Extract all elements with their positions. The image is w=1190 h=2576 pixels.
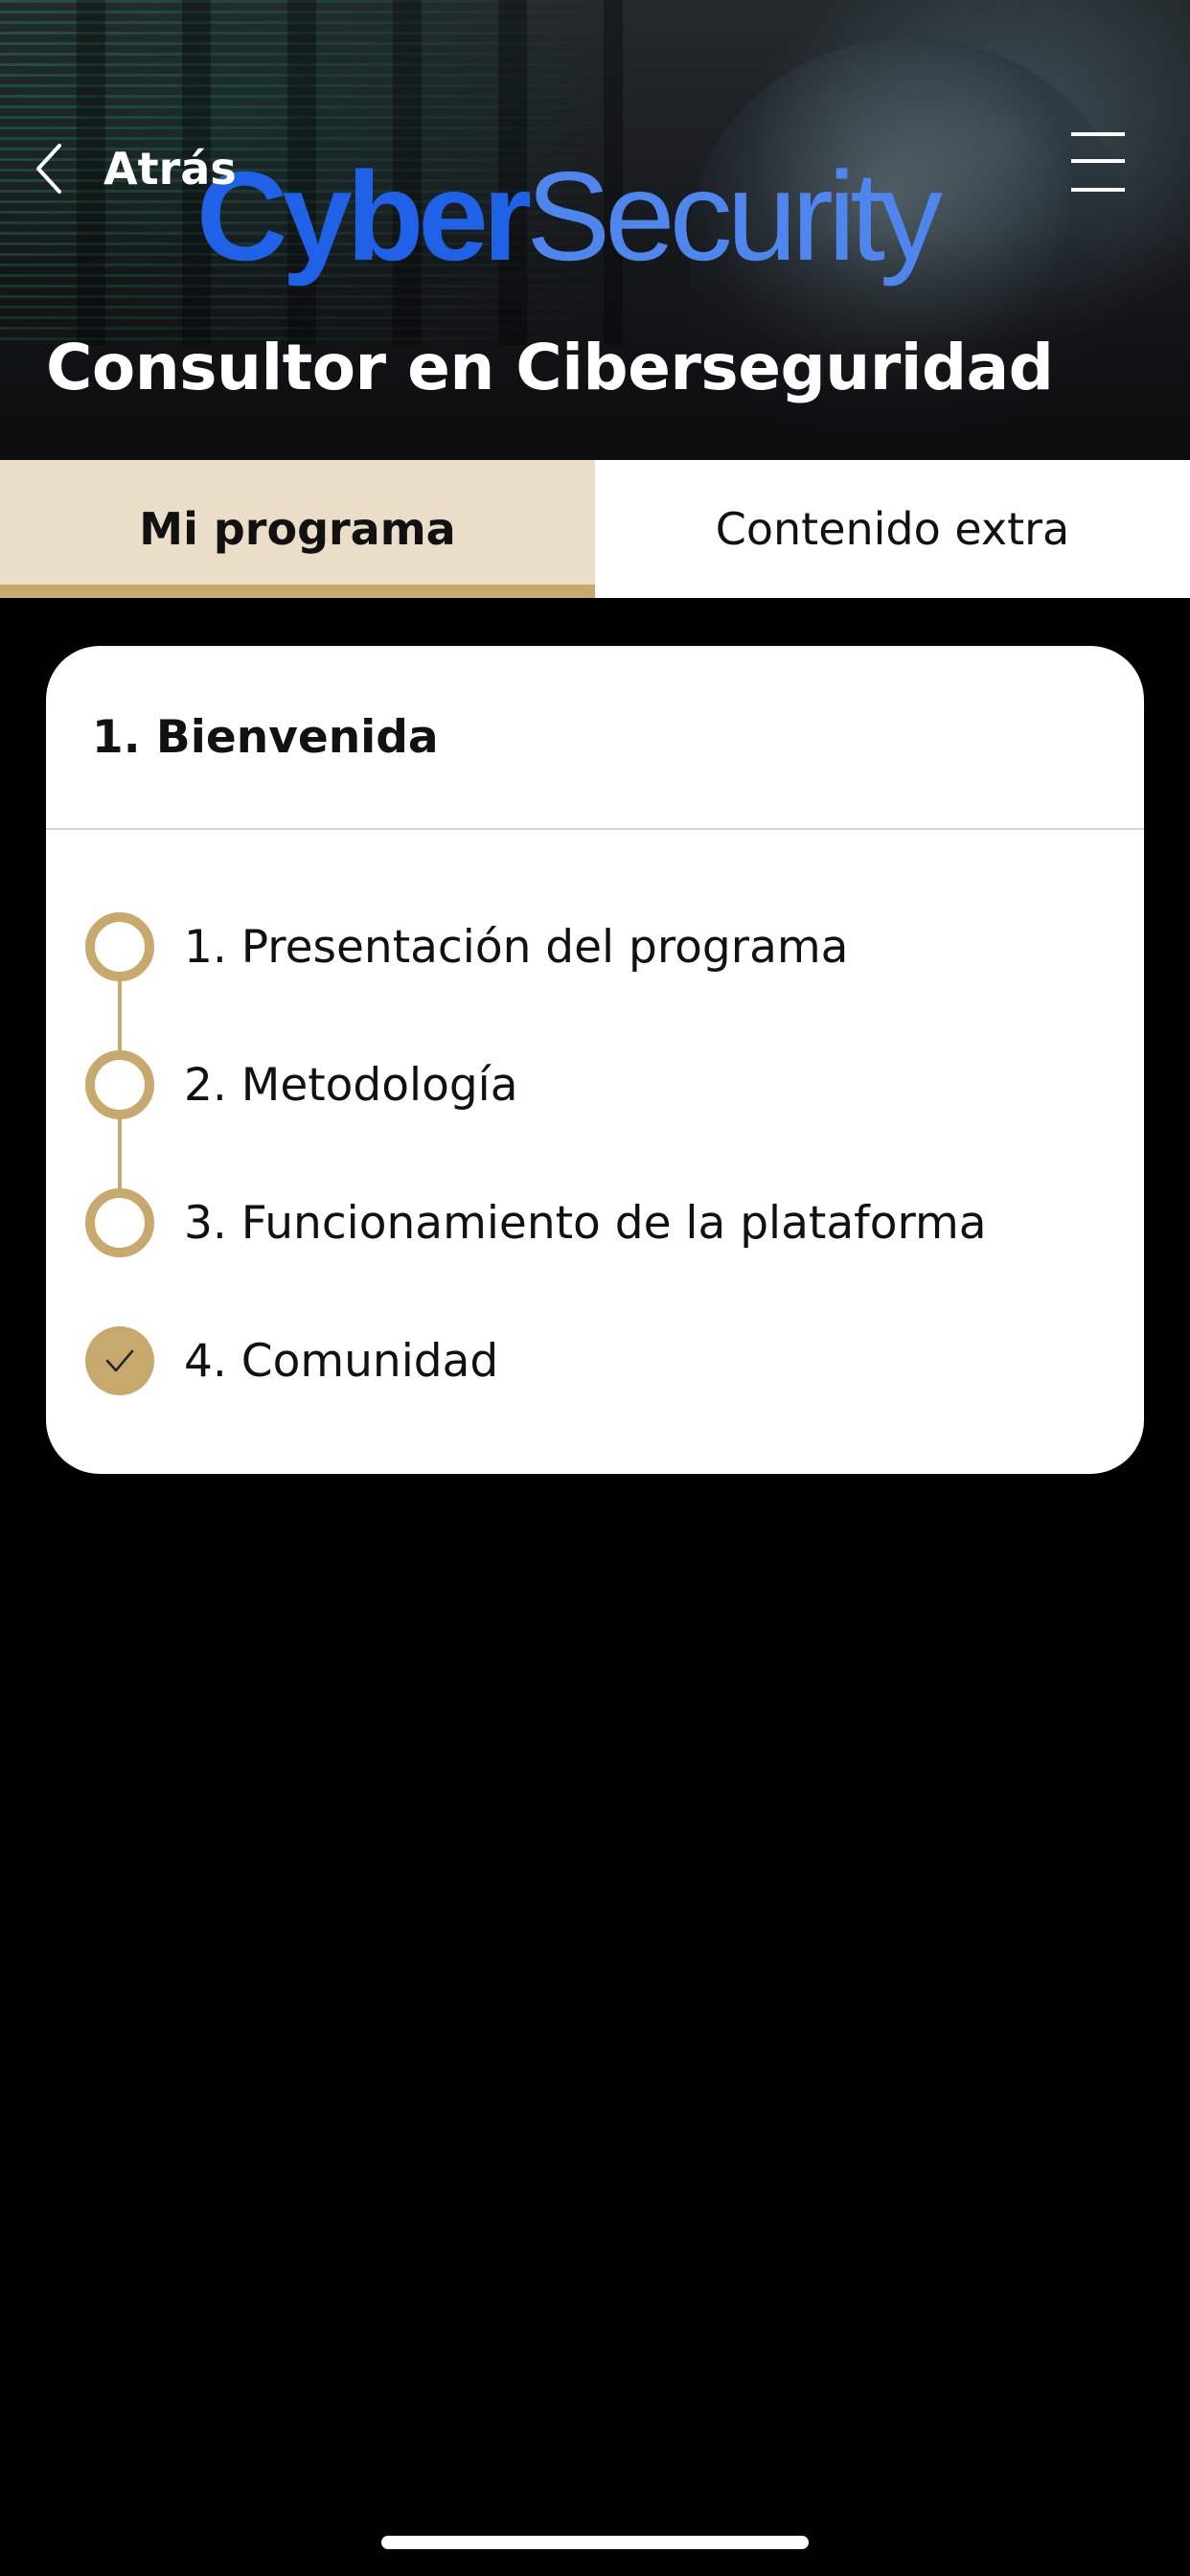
lesson-label: 3. Funcionamiento de la plataforma <box>184 1196 987 1250</box>
back-button[interactable]: Atrás <box>33 142 237 196</box>
logo-part-security: Security <box>526 146 943 287</box>
back-label: Atrás <box>103 143 237 195</box>
check-circle-icon <box>85 1326 154 1395</box>
tab-mi-programa[interactable]: Mi programa <box>0 460 595 598</box>
tab-label: Mi programa <box>139 503 456 555</box>
module-title: 1. Bienvenida <box>92 710 439 764</box>
module-card: 1. Bienvenida 1. Presentación del progra… <box>46 646 1144 1474</box>
hero-header: CyberSecurity Atrás Consultor en Ciberse… <box>0 0 1190 460</box>
tab-contenido-extra[interactable]: Contenido extra <box>595 460 1190 598</box>
lesson-item[interactable]: 4. Comunidad <box>46 1292 1144 1430</box>
lesson-label: 2. Metodología <box>184 1058 518 1112</box>
lesson-item[interactable]: 3. Funcionamiento de la plataforma <box>46 1154 1144 1292</box>
lesson-label: 1. Presentación del programa <box>184 920 849 974</box>
module-header[interactable]: 1. Bienvenida <box>46 646 1144 830</box>
hamburger-menu-icon[interactable] <box>1071 132 1125 194</box>
cybersecurity-logo: CyberSecurity <box>196 153 943 280</box>
empty-circle-icon <box>85 1050 154 1119</box>
checkmark-icon <box>105 1349 134 1372</box>
tab-label: Contenido extra <box>715 503 1070 555</box>
tab-bar: Mi programa Contenido extra <box>0 460 1190 598</box>
home-indicator[interactable] <box>381 2536 809 2549</box>
lesson-item[interactable]: 2. Metodología <box>46 1016 1144 1154</box>
chevron-left-icon <box>36 144 61 194</box>
empty-circle-icon <box>85 1188 154 1257</box>
logo-part-cyber: Cyber <box>196 146 532 287</box>
lesson-item[interactable]: 1. Presentación del programa <box>46 878 1144 1016</box>
page-title: Consultor en Ciberseguridad <box>46 331 1054 404</box>
empty-circle-icon <box>85 912 154 981</box>
lesson-label: 4. Comunidad <box>184 1334 499 1388</box>
lesson-list: 1. Presentación del programa 2. Metodolo… <box>46 830 1144 1430</box>
